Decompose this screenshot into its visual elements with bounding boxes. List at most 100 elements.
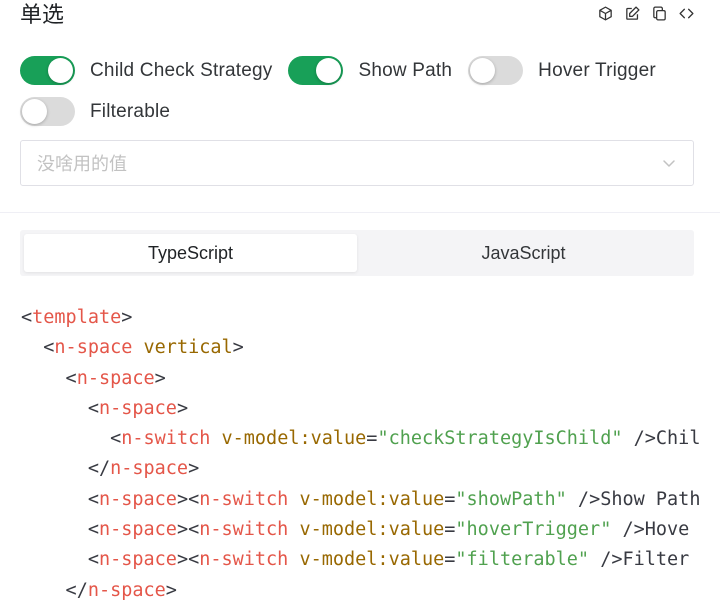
code-line: <n-space><n-switch v-model:value="showPa… <box>21 485 720 515</box>
code-attribute: vertical <box>143 337 233 359</box>
chevron-down-icon <box>661 155 677 171</box>
code-punctuation <box>288 549 299 570</box>
switch-area: Child Check Strategy Show Path Hover Tri… <box>20 56 700 126</box>
child-check-strategy-switch[interactable] <box>20 56 75 85</box>
code-punctuation: < <box>21 367 77 389</box>
code-punctuation: /> <box>611 519 645 541</box>
code-attribute: v-model:value <box>299 488 445 510</box>
code-text: Chil <box>655 428 701 450</box>
code-punctuation: = <box>444 519 456 541</box>
code-punctuation: > <box>165 579 177 601</box>
code-attribute: v-model:value <box>221 428 367 450</box>
code-text: Hove <box>644 519 690 541</box>
code-tag: n-space <box>98 549 177 571</box>
switch-knob <box>316 58 342 83</box>
code-string: "showPath" <box>455 488 567 510</box>
tab-javascript[interactable]: JavaScript <box>357 234 690 272</box>
switch-item-filterable: Filterable <box>20 97 170 126</box>
code-icon[interactable] <box>677 4 696 23</box>
card-header: 单选 <box>20 0 700 28</box>
code-punctuation: < <box>21 519 99 541</box>
cascader-select[interactable]: 没啥用的值 <box>20 140 694 186</box>
code-punctuation: < <box>21 307 33 328</box>
code-text: Filter <box>622 549 690 571</box>
code-line: <n-space vertical> <box>21 333 720 363</box>
code-punctuation: /> <box>622 428 656 450</box>
code-punctuation: </ <box>21 458 111 480</box>
divider <box>0 212 720 213</box>
code-tag: template <box>32 307 122 328</box>
show-path-label: Show Path <box>358 59 453 81</box>
code-tag: n-switch <box>199 549 289 571</box>
switch-row: Child Check Strategy Show Path Hover Tri… <box>20 56 700 126</box>
code-punctuation <box>288 519 299 540</box>
switch-item-child-check-strategy: Child Check Strategy <box>20 56 272 85</box>
code-string: "hoverTrigger" <box>455 519 612 541</box>
code-tag: n-space <box>110 458 189 480</box>
code-tag: n-space <box>98 488 177 510</box>
switch-knob <box>470 58 496 83</box>
copy-icon[interactable] <box>650 4 669 23</box>
code-line: </n-space> <box>21 454 720 484</box>
code-string: "checkStrategyIsChild" <box>377 428 623 450</box>
show-path-switch[interactable] <box>288 56 344 85</box>
code-punctuation: > <box>154 367 166 389</box>
code-punctuation: /> <box>589 549 623 571</box>
switch-item-hover-trigger: Hover Trigger <box>468 56 656 85</box>
code-tag: n-switch <box>199 488 289 510</box>
code-punctuation <box>132 337 143 358</box>
code-punctuation: < <box>21 488 99 510</box>
demo-card: 单选 Child Check Strategy Show Path Hover … <box>0 0 720 611</box>
code-attribute: v-model:value <box>299 519 445 541</box>
code-punctuation: > <box>121 307 133 328</box>
code-attribute: v-model:value <box>299 549 445 571</box>
code-punctuation: < <box>21 428 122 450</box>
select-placeholder: 没啥用的值 <box>37 154 127 175</box>
card-title: 单选 <box>20 3 65 28</box>
code-punctuation: < <box>21 549 99 571</box>
code-punctuation: >< <box>176 519 200 541</box>
code-string: "filterable" <box>455 549 590 571</box>
code-tag: n-space <box>98 397 177 419</box>
code-tag: n-space <box>54 337 133 359</box>
switch-knob <box>22 99 47 124</box>
code-line: <n-space> <box>21 364 720 394</box>
code-line: <n-space><n-switch v-model:value="filter… <box>21 545 720 575</box>
code-punctuation: > <box>232 337 244 359</box>
code-punctuation: >< <box>176 488 200 510</box>
filterable-switch[interactable] <box>20 97 75 126</box>
switch-knob <box>48 58 73 83</box>
code-line: </n-space> <box>21 576 720 606</box>
code-text: Show Path <box>600 488 701 510</box>
code-line: <n-switch v-model:value="checkStrategyIs… <box>21 424 720 454</box>
code-line: <template> <box>21 303 720 333</box>
hover-trigger-label: Hover Trigger <box>538 59 656 81</box>
tab-typescript[interactable]: TypeScript <box>24 234 357 272</box>
code-tag: n-switch <box>199 519 289 541</box>
code-punctuation: >< <box>176 549 200 571</box>
hover-trigger-switch[interactable] <box>468 56 524 85</box>
code-line: <n-space> <box>21 394 720 424</box>
code-punctuation: </ <box>21 579 88 601</box>
switch-item-show-path: Show Path <box>288 56 452 85</box>
language-tabs: TypeScript JavaScript <box>20 230 694 276</box>
code-punctuation: = <box>366 428 378 450</box>
code-punctuation <box>210 428 221 449</box>
code-punctuation: > <box>176 397 189 419</box>
code-punctuation: = <box>444 488 456 510</box>
code-punctuation: /> <box>566 488 601 510</box>
code-tag: n-space <box>76 367 155 389</box>
code-punctuation: < <box>21 337 55 359</box>
code-punctuation: > <box>188 458 200 480</box>
code-punctuation <box>288 489 299 510</box>
code-tag: n-space <box>87 579 166 601</box>
code-punctuation: < <box>21 397 99 419</box>
code-tag: n-switch <box>121 428 211 450</box>
edit-icon[interactable] <box>623 4 642 23</box>
code-block: <template> <n-space vertical> <n-space> … <box>21 303 720 606</box>
code-tag: n-space <box>98 519 177 541</box>
child-check-strategy-label: Child Check Strategy <box>90 59 273 81</box>
filterable-label: Filterable <box>90 100 171 122</box>
cube-icon[interactable] <box>596 4 615 23</box>
code-line: <n-space><n-switch v-model:value="hoverT… <box>21 515 720 545</box>
